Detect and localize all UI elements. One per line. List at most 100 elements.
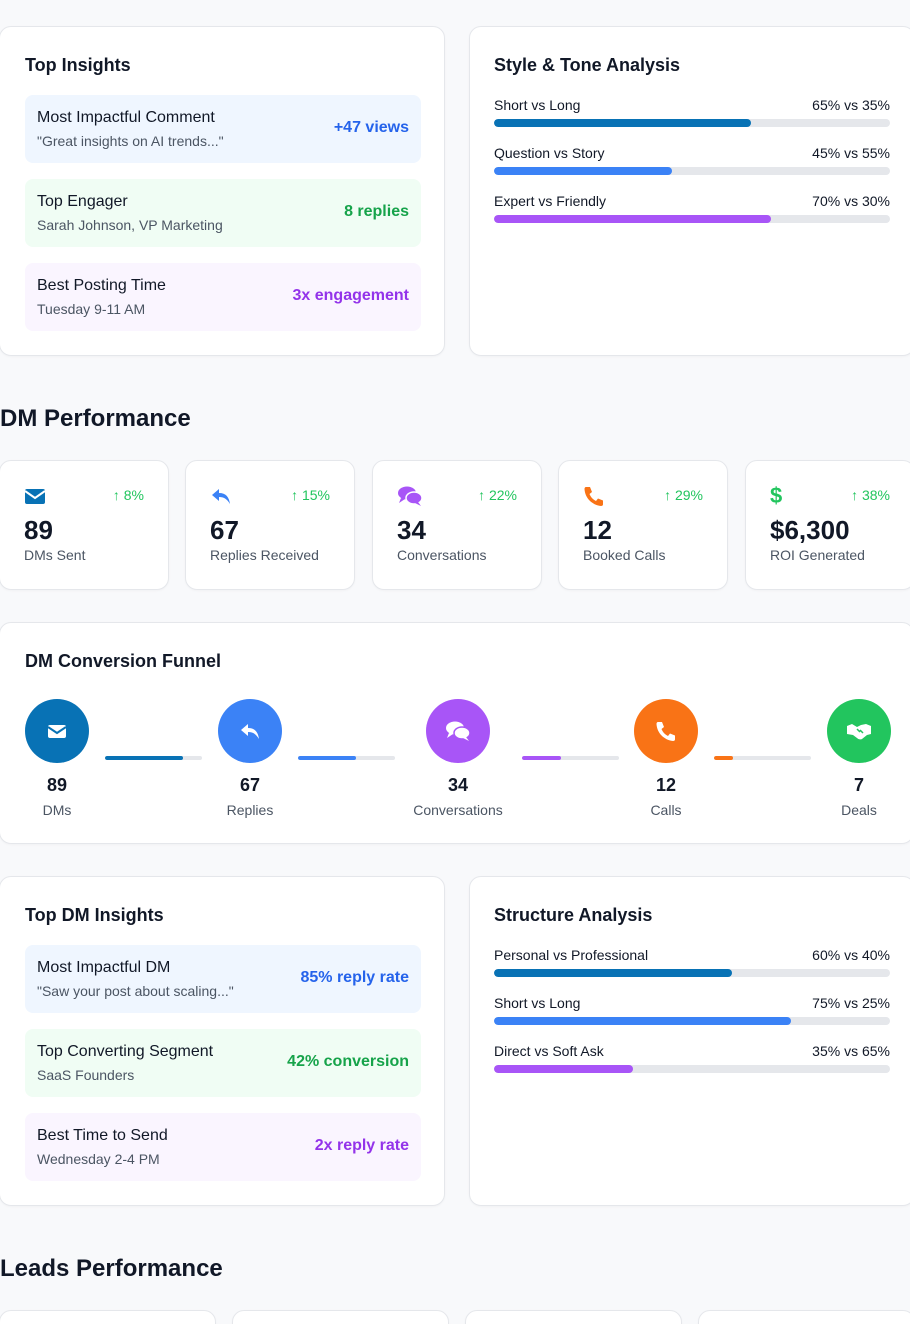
bar-row-question-vs-story: Question vs Story 45% vs 55% [494, 145, 890, 185]
insight-metric: 2x reply rate [314, 1137, 409, 1154]
bar-value: 75% vs 25% [812, 995, 890, 1011]
stat-change-value: 38% [861, 487, 890, 503]
bar-value: 45% vs 55% [812, 145, 890, 161]
bar-fill [494, 1065, 633, 1073]
insight-most-impactful-dm[interactable]: Most Impactful DM "Saw your post about s… [25, 945, 421, 1013]
stat-change: ↑ 22% [478, 487, 517, 503]
arrow-up-icon: ↑ [478, 487, 486, 503]
bar-fill [494, 119, 752, 127]
leads-stat-card[interactable] [0, 1310, 216, 1324]
stat-value: 89 [24, 515, 53, 545]
leads-stat-card[interactable] [465, 1310, 682, 1324]
bar-row-personal-vs-professional: Personal vs Professional 60% vs 40% [494, 947, 890, 987]
funnel-circle [426, 699, 490, 763]
insight-title: Best Time to Send [37, 1127, 168, 1144]
arrow-up-icon: ↑ [112, 487, 120, 503]
funnel-value: 34 [447, 775, 469, 795]
phone-icon [656, 722, 675, 741]
funnel-value: 12 [655, 775, 677, 795]
funnel-circle [634, 699, 698, 763]
leads-stat-card[interactable] [232, 1310, 449, 1324]
funnel-label: Conversations [413, 802, 503, 818]
insight-title: Most Impactful Comment [37, 109, 215, 126]
structure-analysis-title: Structure Analysis [494, 905, 653, 925]
insight-best-posting-time[interactable]: Best Posting Time Tuesday 9-11 AM 3x eng… [25, 263, 421, 331]
top-dm-insights-card: Top DM Insights Most Impactful DM "Saw y… [0, 876, 445, 1206]
insight-top-converting-segment[interactable]: Top Converting Segment SaaS Founders 42%… [25, 1029, 421, 1097]
stat-label: Replies Received [210, 547, 319, 563]
insight-metric: 8 replies [344, 203, 409, 220]
funnel-connector-fill [298, 756, 357, 760]
insight-title: Most Impactful DM [37, 959, 171, 976]
funnel-connector [522, 756, 619, 760]
bar-row-short-vs-long: Short vs Long 75% vs 25% [494, 995, 890, 1035]
insight-metric: 42% conversion [287, 1053, 409, 1070]
stat-change-value: 8% [123, 487, 144, 503]
arrow-up-icon: ↑ [664, 487, 672, 503]
insight-best-time-to-send[interactable]: Best Time to Send Wednesday 2-4 PM 2x re… [25, 1113, 421, 1181]
stat-card-conversations[interactable]: ↑ 22% 34 Conversations [372, 460, 542, 590]
insight-subtitle: Tuesday 9-11 AM [37, 301, 146, 317]
bar-label: Expert vs Friendly [494, 193, 607, 209]
insight-subtitle: "Saw your post about scaling..." [37, 983, 234, 999]
bar-label: Short vs Long [494, 97, 581, 113]
bar-track [494, 119, 890, 127]
stat-label: ROI Generated [770, 547, 865, 563]
bar-row-direct-vs-soft-ask: Direct vs Soft Ask 35% vs 65% [494, 1043, 890, 1083]
funnel-connector-fill [522, 756, 561, 760]
stat-label: DMs Sent [24, 547, 86, 563]
envelope-icon [24, 485, 46, 507]
funnel-connector-fill [714, 756, 734, 760]
bar-fill [494, 969, 732, 977]
funnel-step-conversations: 34 Conversations [398, 699, 518, 818]
bar-row-short-vs-long: Short vs Long 65% vs 35% [494, 97, 890, 137]
funnel-title: DM Conversion Funnel [25, 651, 222, 671]
reply-icon [241, 724, 259, 739]
stat-change: ↑ 38% [851, 487, 890, 503]
insight-subtitle: "Great insights on AI trends..." [37, 133, 224, 149]
handshake-icon [847, 724, 871, 740]
stat-card-booked-calls[interactable]: ↑ 29% 12 Booked Calls [558, 460, 728, 590]
stat-change: ↑ 8% [113, 487, 144, 503]
funnel-label: DMs [42, 802, 72, 818]
funnel-circle [827, 699, 891, 763]
bar-track [494, 1017, 890, 1025]
insight-most-impactful-comment[interactable]: Most Impactful Comment "Great insights o… [25, 95, 421, 163]
funnel-value: 67 [239, 775, 261, 795]
top-insights-card: Top Insights Most Impactful Comment "Gre… [0, 26, 445, 356]
leads-performance-heading: Leads Performance [0, 1255, 223, 1282]
stat-card-roi-generated[interactable]: $ ↑ 38% $6,300 ROI Generated [745, 460, 910, 590]
arrow-up-icon: ↑ [291, 487, 299, 503]
bar-track [494, 969, 890, 977]
bar-label: Personal vs Professional [494, 947, 649, 963]
bar-row-expert-vs-friendly: Expert vs Friendly 70% vs 30% [494, 193, 890, 233]
insight-title: Best Posting Time [37, 277, 166, 294]
bar-fill [494, 167, 673, 175]
insight-subtitle: SaaS Founders [37, 1067, 135, 1083]
bar-label: Short vs Long [494, 995, 581, 1011]
funnel-step-dms: 89 DMs [0, 699, 117, 818]
bar-track [494, 167, 890, 175]
insight-top-engager[interactable]: Top Engager Sarah Johnson, VP Marketing … [25, 179, 421, 247]
dm-conversion-funnel-card: DM Conversion Funnel 89 DMs 67 Replies 3… [0, 622, 910, 844]
stat-card-replies-received[interactable]: ↑ 15% 67 Replies Received [185, 460, 355, 590]
stat-value: 34 [397, 515, 426, 545]
funnel-label: Calls [650, 802, 682, 818]
bar-label: Question vs Story [494, 145, 605, 161]
funnel-label: Replies [226, 802, 274, 818]
bar-fill [494, 215, 772, 223]
funnel-connector-fill [105, 756, 183, 760]
funnel-connector [714, 756, 811, 760]
arrow-up-icon: ↑ [851, 487, 859, 503]
bar-fill [494, 1017, 791, 1025]
stat-value: 12 [583, 515, 612, 545]
stat-change-value: 29% [674, 487, 703, 503]
stat-label: Conversations [397, 547, 487, 563]
bar-label: Direct vs Soft Ask [494, 1043, 604, 1059]
leads-stat-card[interactable] [698, 1310, 910, 1324]
structure-analysis-card: Structure Analysis Personal vs Professio… [469, 876, 910, 1206]
bar-value: 35% vs 65% [812, 1043, 890, 1059]
stat-card-dms-sent[interactable]: ↑ 8% 89 DMs Sent [0, 460, 169, 590]
funnel-circle [25, 699, 89, 763]
stat-change: ↑ 29% [664, 487, 703, 503]
